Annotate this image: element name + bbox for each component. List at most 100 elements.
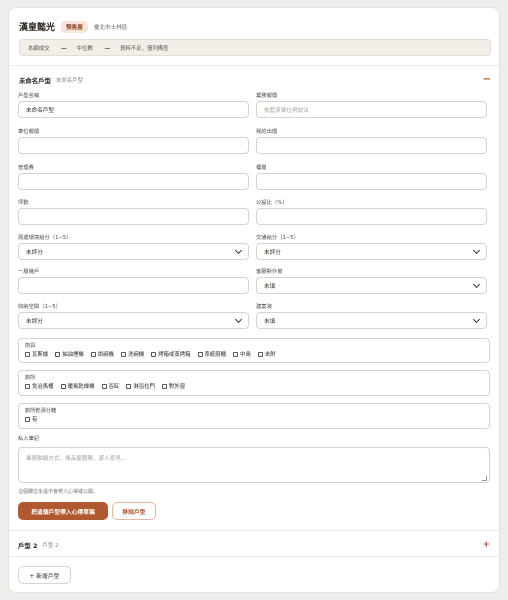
chevron-down-icon — [472, 246, 481, 254]
checkbox-label: 洗碗機 — [127, 352, 145, 358]
resize-handle-icon[interactable] — [482, 476, 487, 481]
checkbox-item[interactable]: 洗碗機 — [120, 350, 145, 358]
public-ratio-input[interactable] — [256, 208, 487, 225]
checkbox-icon[interactable] — [90, 351, 96, 357]
chevron-down-icon — [472, 315, 481, 323]
field-memo: 私人筆記 — [18, 436, 40, 442]
checkbox-icon[interactable] — [25, 351, 30, 357]
checkbox-icon[interactable] — [25, 383, 30, 389]
add-unit-button[interactable]: + 新增戶型 — [18, 566, 71, 584]
privacy-note: 這個欄位永遠不會帶入心得或公開。 — [18, 489, 99, 495]
checkbox-icon[interactable] — [25, 416, 30, 422]
checkbox-item[interactable]: 暖風乾燥機 — [60, 382, 95, 390]
field-public-ratio: 公設比（%） — [256, 199, 487, 225]
my-bid-input[interactable] — [256, 137, 487, 154]
checkbox-icon[interactable] — [60, 383, 66, 389]
remove-unit-button[interactable]: 移除戶型 — [112, 502, 156, 520]
checkbox-label: 淋浴拉門 — [133, 384, 155, 390]
checkbox-item[interactable]: 瓦斯爐 — [25, 350, 48, 358]
checkbox-label: 對外窗 — [168, 384, 186, 390]
checkbox-item[interactable]: 抽油煙機 — [55, 350, 84, 358]
floor-input[interactable] — [256, 173, 487, 190]
checkbox-item[interactable]: 未附 — [257, 350, 276, 358]
unit-2-subtitle: 戶型 2 — [42, 543, 59, 549]
stats-note: 資料不足，僅列備查 — [119, 45, 169, 52]
field-env-score: 周邊環境給分（1−5） 未評分 — [18, 234, 249, 260]
checkbox-item[interactable]: 免治馬桶 — [25, 382, 54, 390]
field-storage: 收納空間（1−5） 未評分 — [18, 303, 249, 329]
unit-2-header[interactable]: 戶型 2 戶型 2 + — [18, 538, 490, 552]
median: 中位數 — — [76, 45, 110, 52]
unit-name-input[interactable]: 未命名戶型 — [18, 101, 249, 118]
checkbox-icon[interactable] — [197, 351, 203, 357]
dry-wet-checklist: 有 — [25, 415, 483, 423]
unit-1-title: 未命名戶型 — [19, 76, 51, 85]
expand-icon[interactable]: + — [482, 540, 490, 550]
renovation-select[interactable]: 未填 — [256, 312, 487, 329]
kitchen-group: 廚具 瓦斯爐 抽油煙機 烘碗機 洗碗機 烤箱或蒸烤箱 系統廚櫃 中島 未附 — [18, 338, 490, 363]
checkbox-label: 抽油煙機 — [62, 352, 84, 358]
memo-textarea[interactable] — [18, 447, 490, 483]
checkbox-icon[interactable] — [151, 351, 157, 357]
chevron-down-icon — [472, 280, 481, 288]
divider — [8, 556, 500, 557]
collapse-icon[interactable]: − — [483, 75, 491, 85]
field-renovation: 建案演 未填 — [256, 303, 487, 329]
stats-bar: 本顧成交 — 中位數 — 資料不足，僅列備查 — [19, 39, 491, 56]
chevron-down-icon — [234, 315, 243, 323]
field-ping: 坪數 — [18, 199, 249, 225]
checkbox-icon[interactable] — [120, 351, 126, 357]
checkbox-label: 烘碗機 — [97, 352, 114, 358]
checkbox-item[interactable]: 淋浴拉門 — [126, 382, 155, 390]
checkbox-label: 瓦斯爐 — [32, 352, 49, 358]
field-floor: 樓層 — [256, 164, 487, 190]
checkbox-icon[interactable] — [161, 383, 167, 389]
ping-input[interactable] — [18, 208, 249, 225]
divider — [9, 65, 499, 66]
checkbox-label: 暖風乾燥機 — [67, 384, 95, 390]
checkbox-label: 有 — [32, 417, 38, 423]
storage-select[interactable]: 未評分 — [18, 312, 249, 329]
checkbox-icon[interactable] — [55, 351, 61, 357]
checkbox-item[interactable]: 系統廚櫃 — [197, 350, 227, 358]
unit-1-header[interactable]: 未命名戶型 未命名戶型 − — [19, 73, 491, 87]
mgmt-fee-input[interactable] — [18, 173, 249, 190]
project-header: 漢皇懿光 預售屋 臺北市士林區 — [19, 20, 127, 33]
checkbox-label: 中島 — [240, 352, 251, 358]
import-to-draft-button[interactable]: 把這個戶型帶入心得草稿 — [18, 502, 108, 520]
checkbox-item[interactable]: 烘碗機 — [90, 350, 114, 358]
checkbox-item[interactable]: 浴缸 — [101, 382, 120, 390]
parking-price-input[interactable] — [18, 137, 249, 154]
agent-quote-input[interactable]: 依藍原單位與說法 — [256, 101, 487, 118]
kitchen-checklist: 瓦斯爐 抽油煙機 烘碗機 洗碗機 烤箱或蒸烤箱 系統廚櫃 中島 未附 — [25, 350, 483, 358]
traffic-score-select[interactable]: 未評分 — [256, 243, 487, 260]
checkbox-label: 未附 — [264, 352, 276, 358]
env-score-select[interactable]: 未評分 — [18, 243, 249, 260]
checkbox-icon[interactable] — [126, 383, 132, 389]
field-mgmt-fee: 管理費 — [18, 164, 249, 190]
field-parking-price: 車位報價 — [18, 128, 249, 154]
units-per-floor-input[interactable] — [18, 277, 249, 294]
checkbox-item[interactable]: 烤箱或蒸烤箱 — [151, 350, 191, 358]
field-ext-window: 客廳對外窗 未填 — [256, 268, 487, 294]
checkbox-label: 浴缸 — [108, 384, 120, 390]
checkbox-item[interactable]: 有 — [25, 415, 37, 423]
unit-1-subtitle: 未命名戶型 — [55, 78, 83, 84]
status-badge: 預售屋 — [61, 20, 88, 33]
checkbox-icon[interactable] — [257, 351, 263, 357]
unit-2-title: 戶型 2 — [18, 541, 38, 550]
ext-window-select[interactable]: 未填 — [256, 277, 487, 294]
field-my-bid: 我的出價 — [256, 128, 487, 154]
project-title: 漢皇懿光 — [19, 23, 56, 33]
checkbox-icon[interactable] — [233, 351, 239, 357]
checkbox-item[interactable]: 中島 — [233, 350, 251, 358]
recent-deal: 本顧成交 — — [28, 45, 67, 52]
checkbox-icon[interactable] — [101, 383, 107, 389]
dry-wet-group: 廁所乾濕分離 有 — [18, 403, 490, 429]
checkbox-label: 系統廚櫃 — [204, 352, 227, 358]
checkbox-item[interactable]: 對外窗 — [161, 382, 186, 390]
field-unit-name: 戶型名稱 未命名戶型 — [18, 92, 249, 118]
field-traffic-score: 交通給分（1−5） 未評分 — [256, 234, 487, 260]
checkbox-label: 免治馬桶 — [32, 384, 54, 390]
bathroom-group: 廁所 免治馬桶 暖風乾燥機 浴缸 淋浴拉門 對外窗 — [18, 370, 490, 396]
